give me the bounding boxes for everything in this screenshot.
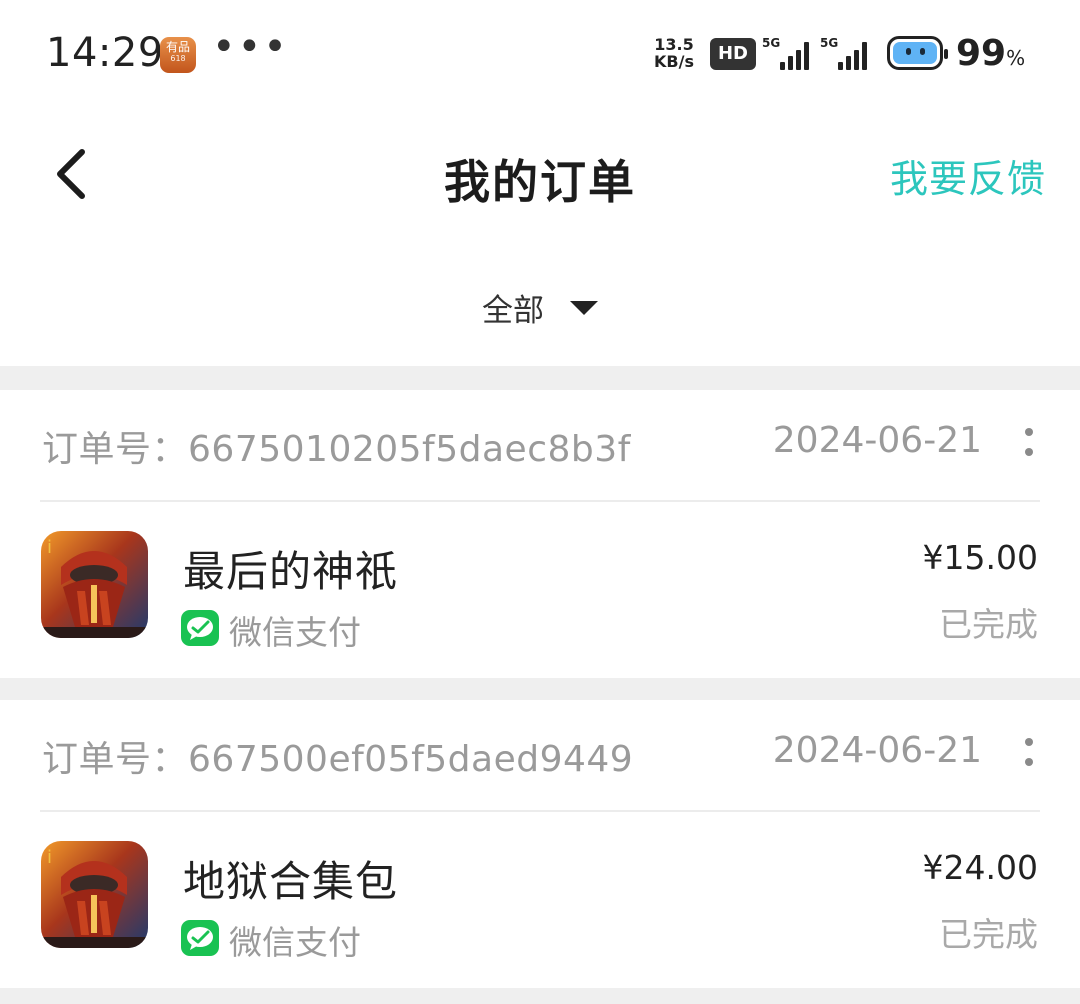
wechat-pay-icon [181,610,219,646]
signal-1-label: 5G [762,36,781,50]
order-number-value: 6675010205f5daec8b3f [188,429,631,470]
order-date: 2024-06-21 [772,730,982,771]
more-notifications-icon: ••• [212,24,289,70]
more-options-icon[interactable] [1022,738,1034,774]
item-title: 最后的神祇 [183,547,399,596]
more-options-icon[interactable] [1022,428,1034,464]
status-time: 14:29 [46,30,164,76]
battery-percent: 99% [956,33,1025,74]
status-bar: 14:29 有品 618 ••• 13.5 KB/s HD 5G 5G 99% [0,0,1080,108]
card-divider [40,810,1040,812]
app-badge-sub: 618 [170,54,186,63]
wechat-pay-icon [181,920,219,956]
order-card[interactable]: 订单号：6675010205f5daec8b3f 2024-06-21 i 最后… [0,390,1080,678]
game-cover-icon: i [41,841,148,948]
section-divider [0,366,1080,390]
top-nav-bar: 我的订单 我要反馈 [0,108,1080,238]
order-card[interactable]: 订单号：667500ef05f5daed9449 2024-06-21 i 地狱… [0,700,1080,988]
card-divider [40,500,1040,502]
app-notification-icon: 有品 618 [160,37,196,73]
caret-down-icon [570,300,598,315]
payment-method-label: 微信支付 [229,923,361,962]
signal-strength-icon-1: 5G [762,36,812,72]
order-status: 已完成 [939,915,1038,954]
section-divider [0,988,1080,1004]
network-speed-unit: KB/s [654,52,694,71]
item-title: 地狱合集包 [183,857,399,906]
network-speed-value: 13.5 [654,35,694,54]
payment-method-label: 微信支付 [229,613,361,652]
hd-voice-icon: HD [710,38,756,70]
section-divider [0,678,1080,700]
order-number-label: 订单号： [42,739,189,780]
order-number: 订单号：6675010205f5daec8b3f [42,420,631,472]
order-price: ¥15.00 [922,538,1038,577]
signal-2-label: 5G [820,36,839,50]
network-speed: 13.5 KB/s [654,36,694,70]
order-status: 已完成 [939,605,1038,644]
order-number-value: 667500ef05f5daed9449 [188,739,634,780]
order-price: ¥24.00 [922,848,1038,887]
filter-selected-label: 全部 [482,293,544,329]
svg-text:i: i [47,537,52,558]
order-filter-dropdown[interactable]: 全部 [0,285,1080,335]
svg-text:i: i [47,847,52,868]
signal-strength-icon-2: 5G [820,36,872,72]
order-number: 订单号：667500ef05f5daed9449 [42,730,633,782]
battery-percent-sign: % [1006,46,1026,70]
app-badge-label: 有品 [165,40,190,54]
battery-percent-value: 99 [956,33,1007,74]
order-number-label: 订单号： [42,429,189,470]
order-date: 2024-06-21 [772,420,982,461]
battery-icon [887,36,948,70]
feedback-button[interactable]: 我要反馈 [890,148,1046,203]
game-cover-icon: i [41,531,148,638]
